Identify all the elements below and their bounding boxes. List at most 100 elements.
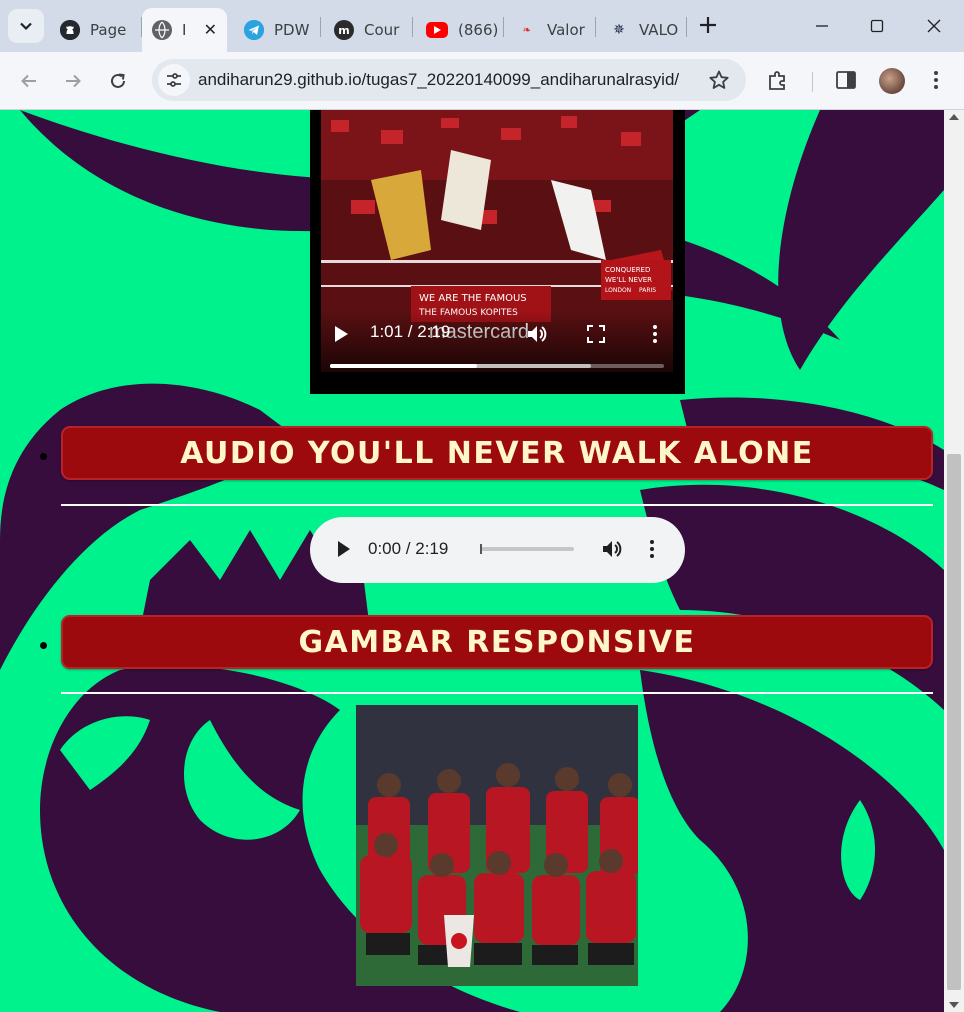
liverpool-team-photo	[356, 705, 638, 986]
forward-button[interactable]	[58, 66, 88, 96]
tab-label: (866)	[458, 21, 499, 39]
page-scrollbar[interactable]	[944, 110, 964, 1012]
scroll-down-arrow-icon[interactable]	[949, 1002, 959, 1008]
profile-avatar[interactable]	[879, 68, 905, 94]
valorant-news-icon: ❧	[522, 24, 532, 36]
list-bullet	[40, 642, 47, 649]
new-tab-button[interactable]	[694, 11, 722, 39]
close-icon[interactable]: ✕	[204, 20, 217, 39]
video-volume-button[interactable]	[525, 323, 547, 349]
video-banner-right-1: CONQUERED	[605, 266, 650, 274]
team-photo-image	[356, 705, 638, 986]
video-play-button[interactable]	[332, 324, 350, 348]
audio-volume-button[interactable]	[600, 538, 622, 564]
puzzle-icon	[769, 71, 785, 90]
close-icon	[927, 19, 941, 33]
youtube-icon	[426, 22, 448, 38]
arrow-left-icon	[21, 74, 36, 88]
video-player[interactable]: WE ARE THE FAMOUS THE FAMOUS KOPITES mas…	[310, 110, 685, 394]
maximize-button[interactable]	[857, 8, 897, 44]
scroll-up-arrow-icon[interactable]	[949, 114, 959, 120]
video-banner-right-3: LONDON	[605, 287, 631, 294]
section-title: GAMBAR RESPONSIVE	[298, 624, 696, 660]
tab-youtube[interactable]: (866)	[416, 8, 502, 52]
tab-telegram[interactable]: PDW	[234, 8, 318, 52]
video-fullscreen-button[interactable]	[586, 324, 606, 348]
more-vertical-icon	[934, 71, 938, 89]
github-icon	[60, 20, 80, 40]
minimize-icon	[816, 25, 828, 27]
section-heading-audio: AUDIO YOU'LL NEVER WALK ALONE	[61, 426, 933, 480]
close-window-button[interactable]	[914, 8, 954, 44]
scrollbar-thumb[interactable]	[947, 454, 961, 990]
tab-label: PDW	[274, 21, 310, 39]
tab-separator	[686, 17, 687, 37]
section-divider	[61, 504, 933, 506]
audio-player[interactable]: 0:00 / 2:19	[310, 517, 685, 583]
reload-icon	[111, 73, 125, 88]
tab-strip: Page I ✕ PDW m Cour (866) ❧ Valor ✵ VALO	[0, 0, 964, 52]
section-title: AUDIO YOU'LL NEVER WALK ALONE	[180, 435, 814, 471]
tab-valorant[interactable]: ✵ VALO	[599, 8, 685, 52]
video-more-button[interactable]	[646, 324, 664, 348]
more-vertical-icon	[653, 325, 657, 343]
section-divider	[61, 692, 933, 694]
video-banner-line-1: WE ARE THE FAMOUS	[419, 293, 527, 304]
video-banner-right-2: WE'LL NEVER	[605, 276, 652, 284]
tab-github[interactable]: Page	[50, 8, 142, 52]
fullscreen-icon	[587, 325, 605, 343]
volume-icon	[603, 541, 622, 557]
address-bar[interactable]: andiharun29.github.io/tugas7_20220140099…	[152, 59, 746, 101]
url-text[interactable]: andiharun29.github.io/tugas7_20220140099…	[198, 70, 679, 90]
play-icon	[335, 326, 348, 342]
reload-button[interactable]	[103, 66, 133, 96]
section-heading-image: GAMBAR RESPONSIVE	[61, 615, 933, 669]
tab-coursera[interactable]: m Cour	[324, 8, 410, 52]
maximize-icon	[870, 19, 884, 33]
list-bullet	[40, 453, 47, 460]
minimize-button[interactable]	[802, 8, 842, 44]
valorant-icon: ✵	[613, 22, 625, 38]
star-icon	[709, 70, 729, 89]
tune-icon	[167, 73, 181, 87]
bookmark-star-button[interactable]	[708, 69, 730, 95]
more-vertical-icon	[650, 540, 654, 558]
browser-menu-button[interactable]	[924, 68, 948, 96]
page-viewport: WE ARE THE FAMOUS THE FAMOUS KOPITES mas…	[0, 110, 944, 1012]
audio-more-button[interactable]	[643, 539, 661, 563]
globe-icon	[152, 20, 172, 40]
audio-progress-bar[interactable]	[480, 544, 574, 554]
volume-icon	[528, 326, 547, 342]
video-controls: 1:01 / 2:19	[310, 318, 685, 378]
audio-time: 0:00 / 2:19	[368, 539, 449, 558]
video-progress-bar[interactable]	[330, 364, 664, 368]
tab-label: VALO	[639, 21, 679, 39]
tab-active-page[interactable]: I ✕	[142, 8, 227, 52]
tab-separator	[503, 17, 504, 37]
tab-label: Valor	[547, 21, 585, 39]
plus-icon	[700, 17, 716, 33]
toolbar-divider	[812, 72, 813, 92]
audio-play-button[interactable]	[336, 540, 352, 562]
play-icon	[338, 541, 350, 557]
tab-separator	[412, 17, 413, 37]
video-progress-fill	[330, 364, 477, 368]
site-info-button[interactable]	[158, 64, 190, 96]
telegram-icon	[244, 20, 264, 40]
tab-search-button[interactable]	[8, 9, 44, 43]
browser-toolbar: andiharun29.github.io/tugas7_20220140099…	[0, 52, 964, 110]
tab-label: Page	[90, 21, 127, 39]
video-banner-right-4: PARIS	[639, 287, 656, 294]
arrow-right-icon	[66, 74, 81, 88]
tab-valorant-news[interactable]: ❧ Valor	[507, 8, 593, 52]
side-panel-button[interactable]	[834, 68, 858, 96]
coursera-icon: m	[334, 20, 354, 40]
audio-progress-knob[interactable]	[480, 544, 482, 554]
tab-label: Cour	[364, 21, 400, 39]
tab-label: I	[182, 21, 187, 39]
tab-separator	[595, 17, 596, 37]
video-time: 1:01 / 2:19	[370, 322, 451, 341]
extensions-button[interactable]	[766, 68, 790, 96]
back-button[interactable]	[14, 66, 44, 96]
chevron-down-icon	[20, 22, 32, 31]
